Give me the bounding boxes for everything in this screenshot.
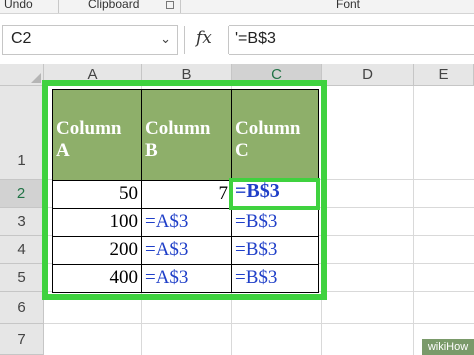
ribbon-group-labels: Undo Clipboard Font [0, 0, 474, 14]
formula-input[interactable]: '=B$3 [229, 25, 474, 55]
ribbon-group-font: Font [336, 0, 361, 11]
column-header-e[interactable]: E [414, 64, 474, 86]
watermark-logo: wikiHow [422, 339, 474, 355]
chevron-down-icon[interactable]: ⌄ [160, 31, 171, 47]
row-header-2[interactable]: 2 [0, 180, 44, 208]
gridline [44, 323, 474, 324]
clipboard-dialog-launcher-icon[interactable] [166, 1, 174, 9]
name-box-value: C2 [11, 30, 32, 47]
formula-bar-divider [184, 26, 185, 54]
active-cell-value: =B$3 [235, 180, 280, 202]
row-header-6[interactable]: 6 [0, 292, 44, 324]
ribbon-group-clipboard: Clipboard [88, 0, 140, 11]
row-header-4[interactable]: 4 [0, 236, 44, 264]
formula-bar: C2 ⌄ fx '=B$3 [0, 14, 474, 64]
ribbon-group-undo: Undo [4, 0, 33, 11]
formula-text: '=B$3 [235, 30, 276, 47]
row-header-5[interactable]: 5 [0, 264, 44, 292]
row-header-3[interactable]: 3 [0, 208, 44, 236]
name-box[interactable]: C2 ⌄ [2, 25, 178, 55]
ribbon-separator [58, 0, 59, 13]
ribbon-separator [180, 0, 181, 13]
insert-function-icon[interactable]: fx [196, 28, 212, 48]
select-all-triangle-icon [31, 73, 41, 83]
column-header-d[interactable]: D [322, 64, 414, 86]
row-header-7[interactable]: 7 [0, 324, 44, 355]
select-all-button[interactable] [0, 64, 44, 86]
gridline [413, 86, 414, 355]
row-header-1[interactable]: 1 [0, 86, 44, 180]
active-cell-c2[interactable]: =B$3 [229, 178, 320, 210]
